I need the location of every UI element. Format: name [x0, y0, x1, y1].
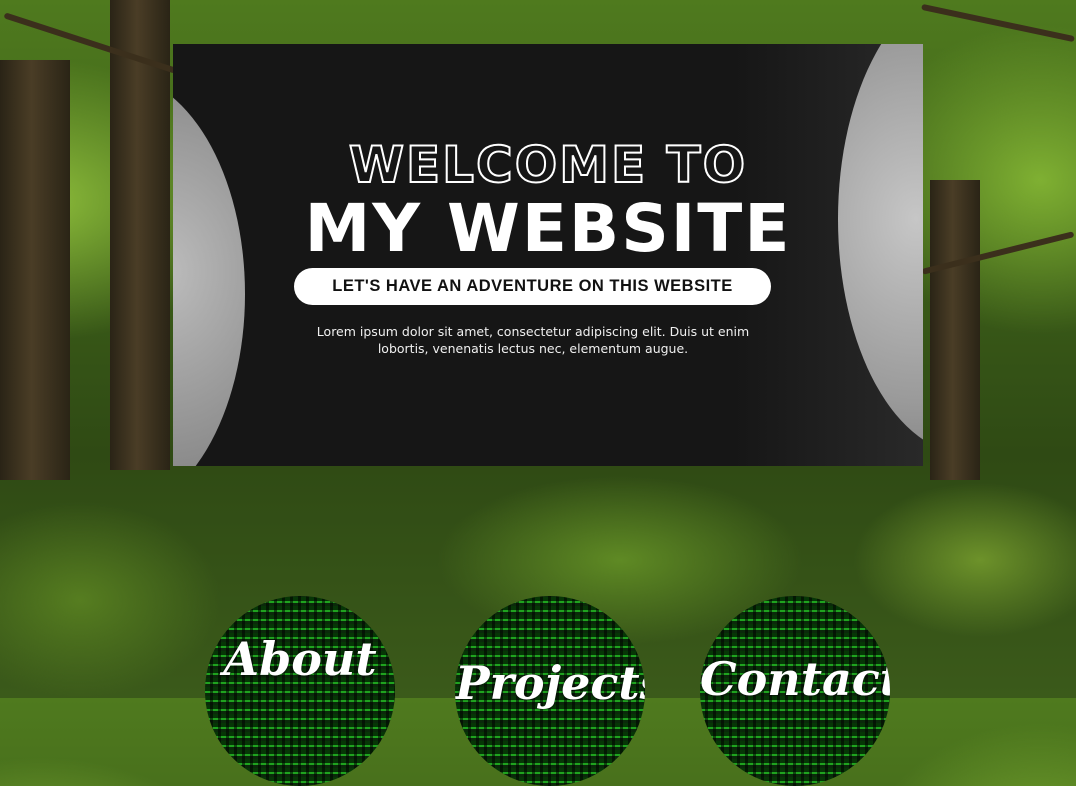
tagline-pill: LET'S HAVE AN ADVENTURE ON THIS WEBSITE — [294, 268, 771, 305]
tree-trunk — [0, 60, 70, 480]
banner-decor-shape — [173, 74, 245, 466]
site-title: MY WEBSITE — [304, 190, 792, 267]
projects-nav-button[interactable]: Projects — [455, 596, 645, 786]
projects-label: Projects — [455, 656, 645, 710]
welcome-heading: WELCOME TO — [348, 135, 748, 195]
welcome-banner: WELCOME TO MY WEBSITE LET'S HAVE AN ADVE… — [173, 44, 923, 466]
tree-trunk — [110, 0, 170, 470]
tree-trunk — [930, 180, 980, 480]
banner-description: Lorem ipsum dolor sit amet, consectetur … — [316, 324, 750, 356]
about-nav-button[interactable]: About — [205, 596, 395, 786]
contacts-nav-button[interactable]: Contacts — [700, 596, 890, 786]
about-label: About — [223, 632, 377, 686]
tree-branch — [921, 3, 1075, 43]
